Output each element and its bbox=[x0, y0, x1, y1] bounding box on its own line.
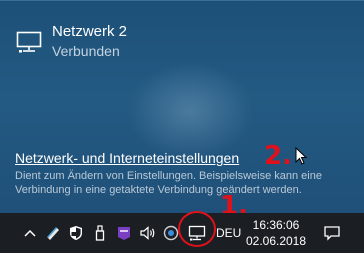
network-computer-icon bbox=[16, 31, 42, 53]
shield-icon[interactable] bbox=[66, 213, 86, 253]
network-name[interactable]: Netzwerk 2 bbox=[52, 23, 127, 40]
mouse-cursor-icon bbox=[295, 147, 307, 165]
volume-icon[interactable] bbox=[138, 213, 158, 253]
network-settings-description: Dient zum Ändern von Einstellungen. Beis… bbox=[15, 170, 322, 196]
chevron-up-icon[interactable] bbox=[20, 213, 40, 253]
usb-icon[interactable] bbox=[90, 213, 110, 253]
clock[interactable]: 16:36:06 02.06.2018 bbox=[244, 217, 308, 249]
network-status: Verbunden bbox=[52, 43, 120, 59]
pen-tablet-icon[interactable] bbox=[43, 213, 63, 253]
app-icon[interactable] bbox=[114, 213, 134, 253]
network-flyout: Netzwerk 2 Verbunden Netzwerk- und Inter… bbox=[0, 0, 364, 214]
input-language-indicator[interactable]: DEU bbox=[216, 213, 241, 253]
network-icon-highlight-circle bbox=[178, 211, 216, 247]
network-settings-link[interactable]: Netzwerk- und Interneteinstellungen bbox=[15, 150, 239, 166]
clock-date: 02.06.2018 bbox=[245, 234, 307, 248]
action-center-icon[interactable] bbox=[320, 213, 344, 253]
step-2-annotation: 2. bbox=[264, 141, 292, 171]
clock-time: 16:36:06 bbox=[252, 218, 300, 232]
